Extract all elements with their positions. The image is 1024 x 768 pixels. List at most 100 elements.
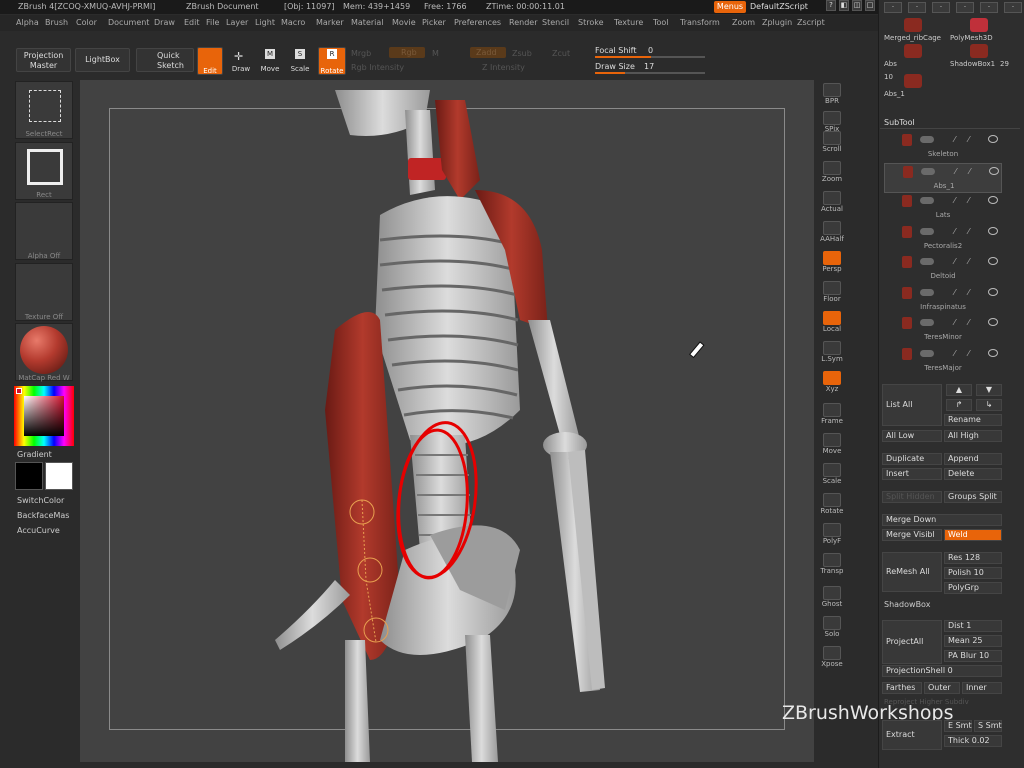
- panel-lock-icon[interactable]: ·: [932, 2, 950, 13]
- subtool-toggle[interactable]: [920, 349, 934, 357]
- color-picker[interactable]: [14, 386, 74, 446]
- menu-file[interactable]: File: [206, 15, 219, 31]
- subtool-row-teresmajor[interactable]: ⁄ ⁄ TeresMajor: [884, 346, 1002, 376]
- menu-material[interactable]: Material: [351, 15, 384, 31]
- projection-master-button[interactable]: Projection Master: [16, 48, 71, 72]
- menu-color[interactable]: Color: [76, 15, 97, 31]
- menu-preferences[interactable]: Preferences: [454, 15, 501, 31]
- aahalf-button[interactable]: AAHalf: [817, 220, 847, 248]
- scale-button[interactable]: Scale: [817, 462, 847, 490]
- rename-button[interactable]: Rename: [944, 414, 1002, 426]
- subtool-toggle[interactable]: [920, 136, 934, 143]
- all-low-button[interactable]: All Low: [882, 430, 942, 442]
- recent-tool-0[interactable]: Merged_ribCage: [884, 34, 941, 42]
- project-all-button[interactable]: ProjectAll: [882, 620, 942, 664]
- recent-tool-4[interactable]: Abs_1: [884, 90, 905, 98]
- subtool-toggle[interactable]: [920, 258, 934, 265]
- skeleton-model[interactable]: [80, 80, 814, 762]
- persp-button[interactable]: Persp: [817, 250, 847, 278]
- zoom-button[interactable]: Zoom: [817, 160, 847, 188]
- menu-zoom[interactable]: Zoom: [732, 15, 755, 31]
- menu-stencil[interactable]: Stencil: [542, 15, 569, 31]
- ghost-button[interactable]: Ghost: [817, 585, 847, 613]
- recent-tool-2[interactable]: Abs: [884, 60, 897, 68]
- default-zscript-button[interactable]: DefaultZScript: [750, 1, 822, 13]
- farthest-button[interactable]: Farthes: [882, 682, 922, 694]
- local-button[interactable]: Local: [817, 310, 847, 338]
- outer-button[interactable]: Outer: [924, 682, 960, 694]
- menu-document[interactable]: Document: [108, 15, 149, 31]
- polish-button[interactable]: Polish 10: [944, 567, 1002, 579]
- backface-mask-button[interactable]: BackfaceMas: [17, 511, 69, 520]
- help-icon[interactable]: ?: [826, 0, 836, 11]
- menu-transform[interactable]: Transform: [680, 15, 720, 31]
- xyz-button[interactable]: Xyz: [817, 370, 847, 398]
- polyf-button[interactable]: PolyF: [817, 522, 847, 550]
- visibility-eye-icon[interactable]: [988, 135, 998, 143]
- subtool-row-lats[interactable]: ⁄ ⁄ Lats: [884, 193, 1002, 223]
- subtool-toggle[interactable]: [920, 197, 934, 204]
- visibility-eye-icon[interactable]: [988, 348, 998, 357]
- z-intensity-slider[interactable]: Z Intensity: [482, 63, 525, 72]
- secondary-color-swatch[interactable]: [45, 462, 73, 490]
- actual-button[interactable]: Actual: [817, 190, 847, 218]
- split-hidden-button[interactable]: Split Hidden: [882, 491, 942, 503]
- draw-size-slider[interactable]: [595, 72, 705, 74]
- move-bottom-icon[interactable]: ↳: [976, 399, 1002, 411]
- mean-button[interactable]: Mean 25: [944, 635, 1002, 647]
- mrgb-button[interactable]: Mrgb: [351, 49, 371, 58]
- subtool-toggle[interactable]: [920, 227, 934, 235]
- menu-zscript[interactable]: Zscript: [797, 15, 825, 31]
- panel-page-icon[interactable]: ·: [956, 2, 974, 13]
- menu-layer[interactable]: Layer: [226, 15, 248, 31]
- zsub-button[interactable]: Zsub: [512, 49, 532, 58]
- delete-button[interactable]: Delete: [944, 468, 1002, 480]
- visibility-eye-icon[interactable]: [988, 196, 998, 204]
- all-high-button[interactable]: All High: [944, 430, 1002, 442]
- menu-texture[interactable]: Texture: [614, 15, 643, 31]
- menu-stroke[interactable]: Stroke: [578, 15, 604, 31]
- visibility-eye-icon[interactable]: [988, 318, 998, 326]
- document-canvas[interactable]: [80, 80, 814, 762]
- subtool-row-skeleton[interactable]: ⁄ ⁄ Skeleton: [884, 132, 1002, 162]
- menu-zplugin[interactable]: Zplugin: [762, 15, 792, 31]
- recent-tool-1[interactable]: PolyMesh3D: [950, 34, 993, 42]
- xpose-button[interactable]: Xpose: [817, 645, 847, 673]
- bpr-button[interactable]: BPR: [817, 82, 847, 110]
- arrow-down-icon[interactable]: ▼: [976, 384, 1002, 396]
- move-top-icon[interactable]: ↱: [946, 399, 972, 411]
- polygrp-button[interactable]: PolyGrp: [944, 582, 1002, 594]
- subtool-row-pectoralis2[interactable]: ⁄ ⁄ Pectoralis2: [884, 224, 1002, 254]
- visibility-eye-icon[interactable]: [988, 226, 998, 235]
- zadd-toggle[interactable]: Zadd: [470, 47, 506, 58]
- recent-tool-3[interactable]: ShadowBox1: [950, 60, 995, 68]
- palette-icon[interactable]: ◧: [839, 0, 849, 11]
- panel-right-icon[interactable]: ·: [908, 2, 926, 13]
- edit-button[interactable]: Edit: [197, 47, 223, 75]
- rgb-intensity-slider[interactable]: Rgb Intensity: [351, 63, 404, 72]
- rotate-button[interactable]: Rotate: [817, 492, 847, 520]
- reproject-button[interactable]: Reproject Higher Subdiv: [884, 698, 969, 706]
- pa-blur-button[interactable]: PA Blur 10: [944, 650, 1002, 662]
- subtool-toggle[interactable]: [920, 319, 934, 326]
- menu-alpha[interactable]: Alpha: [16, 15, 39, 31]
- subtool-title[interactable]: SubTool: [884, 118, 915, 127]
- projection-shell-button[interactable]: ProjectionShell 0: [882, 665, 1002, 677]
- quick-sketch-button[interactable]: Quick Sketch: [136, 48, 194, 72]
- dist-button[interactable]: Dist 1: [944, 620, 1002, 632]
- scroll-button[interactable]: Scroll: [817, 130, 847, 158]
- material-slot[interactable]: [15, 323, 73, 381]
- menu-picker[interactable]: Picker: [422, 15, 446, 31]
- thick-button[interactable]: Thick 0.02: [944, 735, 1002, 747]
- arrow-up-icon[interactable]: ▲: [946, 384, 972, 396]
- subtool-toggle[interactable]: [921, 167, 935, 175]
- subtool-toggle[interactable]: [920, 288, 934, 296]
- menus-button[interactable]: Menus: [714, 1, 746, 13]
- groups-split-button[interactable]: Groups Split: [944, 491, 1002, 503]
- list-all-button[interactable]: List All: [882, 384, 942, 426]
- shadowbox-button[interactable]: ShadowBox: [884, 600, 930, 609]
- m-button[interactable]: M: [432, 49, 439, 58]
- menu-light[interactable]: Light: [255, 15, 275, 31]
- move-button[interactable]: Move: [817, 432, 847, 460]
- subtool-row-infraspinatus[interactable]: ⁄ ⁄ Infraspinatus: [884, 285, 1002, 315]
